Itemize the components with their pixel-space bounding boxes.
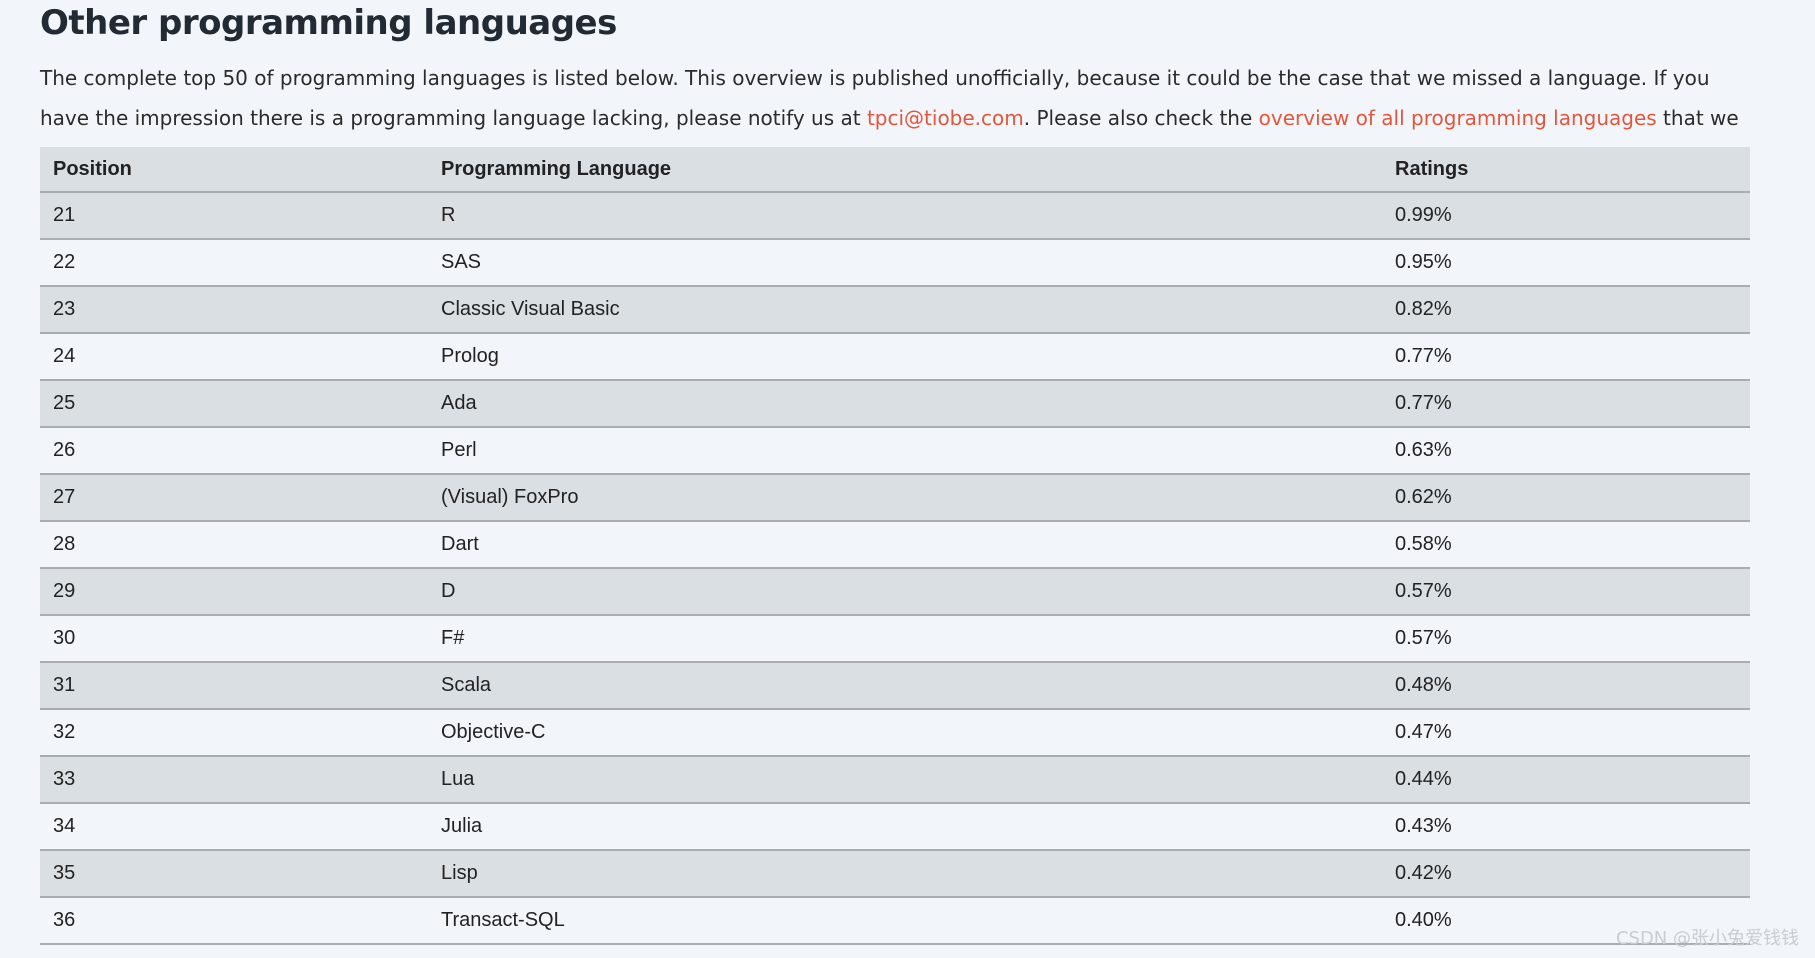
table-row: 28 Dart 0.58%: [40, 521, 1750, 569]
page-title: Other programming languages: [40, 3, 617, 43]
rating-cell: 0.43%: [1382, 803, 1750, 851]
rating-cell: 0.77%: [1382, 333, 1750, 381]
language-cell: Classic Visual Basic: [428, 286, 1382, 334]
rating-cell: 0.63%: [1382, 427, 1750, 475]
language-cell: Perl: [428, 427, 1382, 475]
table-row: 22 SAS 0.95%: [40, 239, 1750, 287]
table-row: 35 Lisp 0.42%: [40, 850, 1750, 898]
language-cell: Dart: [428, 521, 1382, 569]
intro-text-2: . Please also check the: [1023, 106, 1259, 130]
position-cell: 30: [40, 615, 428, 663]
table-row: 23 Classic Visual Basic 0.82%: [40, 286, 1750, 334]
table-header: Position Programming Language Ratings: [40, 147, 1750, 193]
position-cell: 23: [40, 286, 428, 334]
header-ratings: Ratings: [1382, 147, 1750, 193]
rating-cell: 0.77%: [1382, 380, 1750, 428]
table-row: 36 Transact-SQL 0.40%: [40, 897, 1750, 945]
language-cell: SAS: [428, 239, 1382, 287]
position-cell: 31: [40, 662, 428, 710]
language-cell: Lisp: [428, 850, 1382, 898]
language-cell: Prolog: [428, 333, 1382, 381]
rating-cell: 0.82%: [1382, 286, 1750, 334]
rating-cell: 0.48%: [1382, 662, 1750, 710]
position-cell: 33: [40, 756, 428, 804]
position-cell: 36: [40, 897, 428, 945]
position-cell: 32: [40, 709, 428, 757]
table-row: 34 Julia 0.43%: [40, 803, 1750, 851]
table-row: 33 Lua 0.44%: [40, 756, 1750, 804]
table-row: 27 (Visual) FoxPro 0.62%: [40, 474, 1750, 522]
position-cell: 25: [40, 380, 428, 428]
language-cell: D: [428, 568, 1382, 616]
position-cell: 28: [40, 521, 428, 569]
rating-cell: 0.57%: [1382, 568, 1750, 616]
rating-cell: 0.58%: [1382, 521, 1750, 569]
table-row: 24 Prolog 0.77%: [40, 333, 1750, 381]
position-cell: 34: [40, 803, 428, 851]
position-cell: 26: [40, 427, 428, 475]
language-cell: Transact-SQL: [428, 897, 1382, 945]
table-row: 26 Perl 0.63%: [40, 427, 1750, 475]
page-content: Other programming languages The complete…: [40, 0, 1750, 945]
position-cell: 35: [40, 850, 428, 898]
language-cell: Lua: [428, 756, 1382, 804]
watermark: CSDN @张小兔爱钱钱: [1615, 928, 1799, 949]
language-cell: R: [428, 192, 1382, 240]
rating-cell: 0.95%: [1382, 239, 1750, 287]
language-cell: Julia: [428, 803, 1382, 851]
table-body: 21 R 0.99% 22 SAS 0.95% 23 Classic Visual Basic…: [40, 192, 1750, 945]
language-cell: Scala: [428, 662, 1382, 710]
email-link[interactable]: tpci@tiobe.com: [867, 106, 1024, 130]
position-cell: 21: [40, 192, 428, 240]
ranking-table: Position Programming Language Ratings 21…: [40, 147, 1750, 945]
table-row: 32 Objective-C 0.47%: [40, 709, 1750, 757]
language-cell: Ada: [428, 380, 1382, 428]
table-row: 25 Ada 0.77%: [40, 380, 1750, 428]
rating-cell: 0.99%: [1382, 192, 1750, 240]
language-cell: F#: [428, 615, 1382, 663]
rating-cell: 0.44%: [1382, 756, 1750, 804]
rating-cell: 0.47%: [1382, 709, 1750, 757]
overview-link[interactable]: overview of all programming languages: [1259, 106, 1657, 130]
table-row: 31 Scala 0.48%: [40, 662, 1750, 710]
position-cell: 29: [40, 568, 428, 616]
table-row: 21 R 0.99%: [40, 192, 1750, 240]
table-row: 30 F# 0.57%: [40, 615, 1750, 663]
language-cell: Objective-C: [428, 709, 1382, 757]
header-language: Programming Language: [428, 147, 1382, 193]
table-row: 29 D 0.57%: [40, 568, 1750, 616]
rating-cell: 0.57%: [1382, 615, 1750, 663]
language-cell: (Visual) FoxPro: [428, 474, 1382, 522]
position-cell: 24: [40, 333, 428, 381]
rating-cell: 0.42%: [1382, 850, 1750, 898]
position-cell: 27: [40, 474, 428, 522]
rating-cell: 0.62%: [1382, 474, 1750, 522]
position-cell: 22: [40, 239, 428, 287]
header-row: Position Programming Language Ratings: [40, 147, 1750, 193]
header-position: Position: [40, 147, 428, 193]
